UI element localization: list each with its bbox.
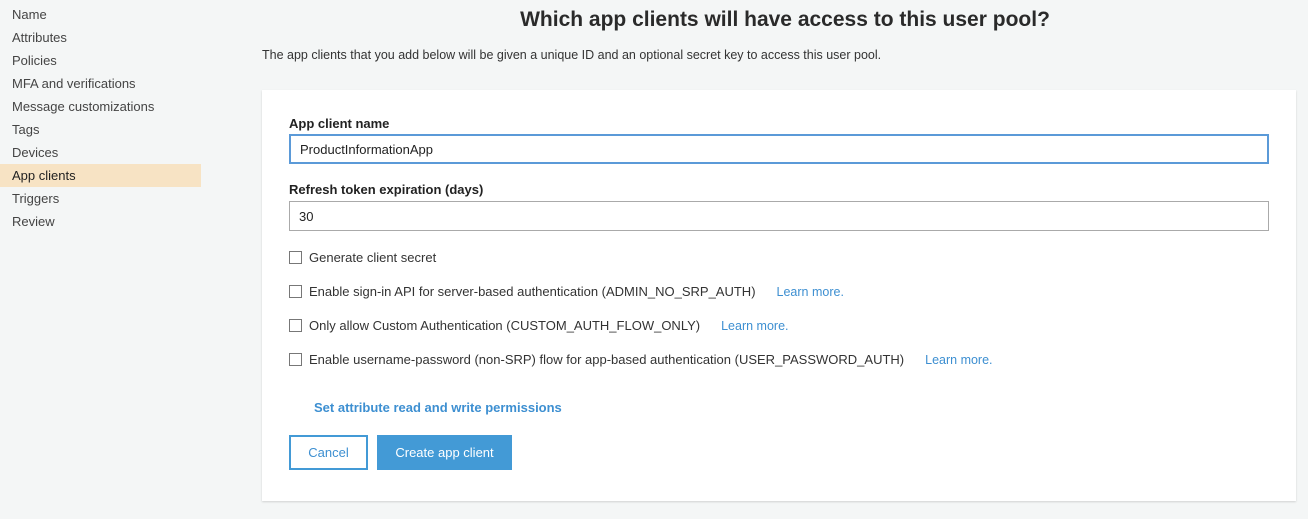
client-name-label: App client name <box>289 116 390 131</box>
sidebar-item-review[interactable]: Review <box>0 210 201 233</box>
sidebar-item-devices[interactable]: Devices <box>0 141 201 164</box>
checkbox-label: Only allow Custom Authentication (CUSTOM… <box>309 318 701 333</box>
learn-more-link[interactable]: Learn more. <box>777 285 844 299</box>
generate-secret-checkbox[interactable]: Generate client secret <box>289 250 436 265</box>
sidebar-item-tags[interactable]: Tags <box>0 118 201 141</box>
cancel-button[interactable]: Cancel <box>289 435 368 470</box>
refresh-token-input[interactable] <box>289 201 1269 231</box>
checkbox-label: Enable username-password (non-SRP) flow … <box>309 352 905 367</box>
sidebar: Name Attributes Policies MFA and verific… <box>0 3 201 233</box>
checkbox-label: Generate client secret <box>309 250 437 265</box>
admin-no-srp-checkbox[interactable]: Enable sign-in API for server-based auth… <box>289 284 844 299</box>
sidebar-item-app-clients[interactable]: App clients <box>0 164 201 187</box>
sidebar-item-attributes[interactable]: Attributes <box>0 26 201 49</box>
client-name-input[interactable] <box>289 134 1269 164</box>
sidebar-item-name[interactable]: Name <box>0 3 201 26</box>
page-title: Which app clients will have access to th… <box>520 8 1050 31</box>
checkbox-icon[interactable] <box>289 285 302 298</box>
checkbox-label: Enable sign-in API for server-based auth… <box>309 284 756 299</box>
checkbox-icon[interactable] <box>289 353 302 366</box>
create-app-client-button[interactable]: Create app client <box>377 435 512 470</box>
checkbox-icon[interactable] <box>289 319 302 332</box>
custom-auth-checkbox[interactable]: Only allow Custom Authentication (CUSTOM… <box>289 318 789 333</box>
app-client-form: App client name Refresh token expiration… <box>262 90 1296 501</box>
checkbox-icon[interactable] <box>289 251 302 264</box>
sidebar-item-messages[interactable]: Message customizations <box>0 95 201 118</box>
page-subtitle: The app clients that you add below will … <box>262 48 882 62</box>
sidebar-item-triggers[interactable]: Triggers <box>0 187 201 210</box>
refresh-token-label: Refresh token expiration (days) <box>289 182 484 197</box>
attribute-permissions-link[interactable]: Set attribute read and write permissions <box>314 400 562 415</box>
learn-more-link[interactable]: Learn more. <box>721 319 788 333</box>
learn-more-link[interactable]: Learn more. <box>925 353 992 367</box>
sidebar-item-policies[interactable]: Policies <box>0 49 201 72</box>
user-password-auth-checkbox[interactable]: Enable username-password (non-SRP) flow … <box>289 352 993 367</box>
sidebar-item-mfa[interactable]: MFA and verifications <box>0 72 201 95</box>
